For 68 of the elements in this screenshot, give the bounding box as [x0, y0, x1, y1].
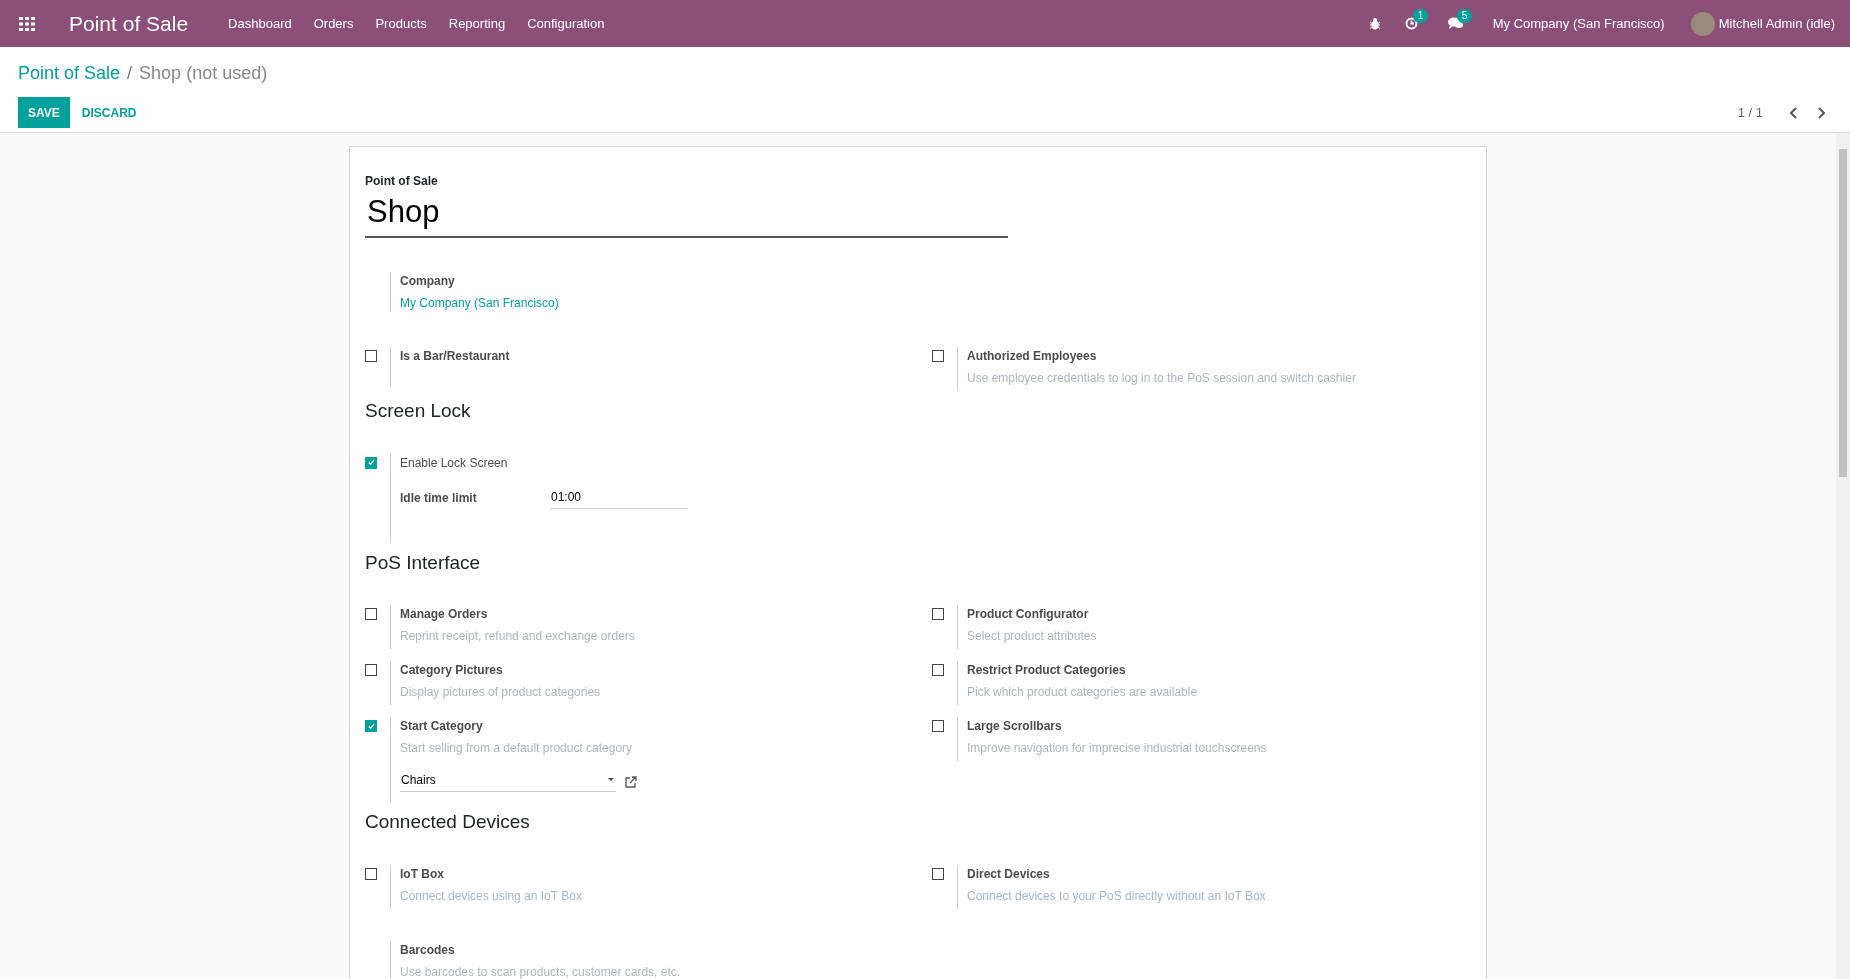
setting-description: Connect devices to your PoS directly without an IoT Box: [967, 887, 1266, 905]
idle-time-field[interactable]: 01:00: [550, 487, 688, 509]
setting-label: Enable Lock Screen: [400, 454, 509, 472]
checkbox[interactable]: [365, 608, 377, 620]
section-title: PoS Interface: [365, 550, 482, 575]
setting-description: Connect devices using an IoT Box: [400, 887, 582, 905]
checkbox[interactable]: [932, 720, 944, 732]
setting-label: Is a Bar/Restaurant: [400, 348, 510, 365]
setting-description: Select product attributes: [967, 628, 1097, 645]
setting-label: Category Pictures: [400, 662, 504, 679]
section-title: Connected Devices: [365, 810, 531, 834]
setting-label: Direct Devices: [967, 865, 1051, 883]
checkbox[interactable]: [932, 664, 944, 676]
checkbox[interactable]: [932, 350, 944, 362]
breadcrumb-separator: /: [127, 62, 133, 85]
name-field[interactable]: Shop: [365, 192, 1008, 238]
breadcrumb-current: Shop (not used): [139, 62, 268, 85]
checkbox[interactable]: [932, 608, 944, 620]
user-menu[interactable]: Mitchell Admin (idle): [1718, 13, 1835, 34]
app-title[interactable]: Point of Sale: [69, 7, 189, 40]
next-icon[interactable]: [1818, 106, 1826, 119]
menu-item[interactable]: Configuration: [527, 13, 605, 34]
pager-value: 1 / 1: [1737, 103, 1763, 122]
field-label: Idle time limit: [400, 490, 478, 507]
message-count: 5: [1456, 9, 1473, 23]
setting-label: Manage Orders: [400, 606, 489, 623]
menu-item[interactable]: Orders: [313, 13, 354, 34]
setting-description: Improve navigation for imprecise industrial touchscreens: [967, 740, 1267, 757]
setting-label: Restrict Product Categories: [967, 662, 1127, 679]
clock-icon[interactable]: [1404, 17, 1418, 30]
setting-description: Display pictures of product categories: [400, 684, 601, 701]
setting-description: Start selling from a default product category: [400, 740, 634, 757]
setting-label: IoT Box: [400, 865, 445, 883]
checkbox[interactable]: [365, 664, 377, 676]
setting-label: Start Category: [400, 718, 484, 735]
setting-label: Barcodes: [400, 941, 456, 959]
company-switcher[interactable]: My Company (San Francisco): [1492, 13, 1665, 34]
checkbox[interactable]: [365, 720, 377, 732]
setting-label: Authorized Employees: [967, 348, 1098, 365]
company-link[interactable]: My Company (San Francisco): [400, 294, 790, 312]
section-title: Screen Lock: [365, 399, 472, 423]
setting-label: Product Configurator: [967, 606, 1090, 623]
checkbox[interactable]: [365, 456, 377, 469]
setting-description: Use employee credentials to log in to the PoS session and switch cashier: [967, 370, 1356, 387]
category-select[interactable]: Chairs: [400, 771, 616, 792]
setting-description: Use barcodes to scan products, customer cards, etc.: [400, 963, 681, 979]
avatar-icon: [1690, 11, 1715, 36]
menu-item[interactable]: Reporting: [448, 13, 506, 34]
checkbox[interactable]: [365, 350, 377, 362]
discard-button[interactable]: DISCARD: [69, 97, 149, 128]
menu-item[interactable]: Products: [375, 13, 427, 34]
menu-item[interactable]: Dashboard: [228, 13, 292, 34]
checkbox[interactable]: [365, 867, 377, 880]
setting-description: Reprint receipt, refund and exchange orders: [400, 628, 635, 645]
previous-icon[interactable]: [1789, 106, 1797, 119]
setting-label: Large Scrollbars: [967, 718, 1063, 735]
bug-icon[interactable]: [1368, 17, 1381, 30]
save-button[interactable]: SAVE: [18, 97, 70, 128]
activity-count: 1: [1412, 9, 1429, 23]
field-label: Company: [400, 273, 456, 290]
checkbox[interactable]: [932, 867, 944, 880]
external-link-icon[interactable]: [625, 775, 637, 788]
setting-description: Pick which product categories are available: [967, 684, 1198, 701]
scrollbar[interactable]: [1836, 133, 1850, 979]
breadcrumb-link[interactable]: Point of Sale: [18, 60, 121, 87]
caret-icon[interactable]: [608, 778, 614, 782]
apps-menu-icon[interactable]: [19, 16, 35, 31]
field-label: Point of Sale: [365, 173, 439, 190]
